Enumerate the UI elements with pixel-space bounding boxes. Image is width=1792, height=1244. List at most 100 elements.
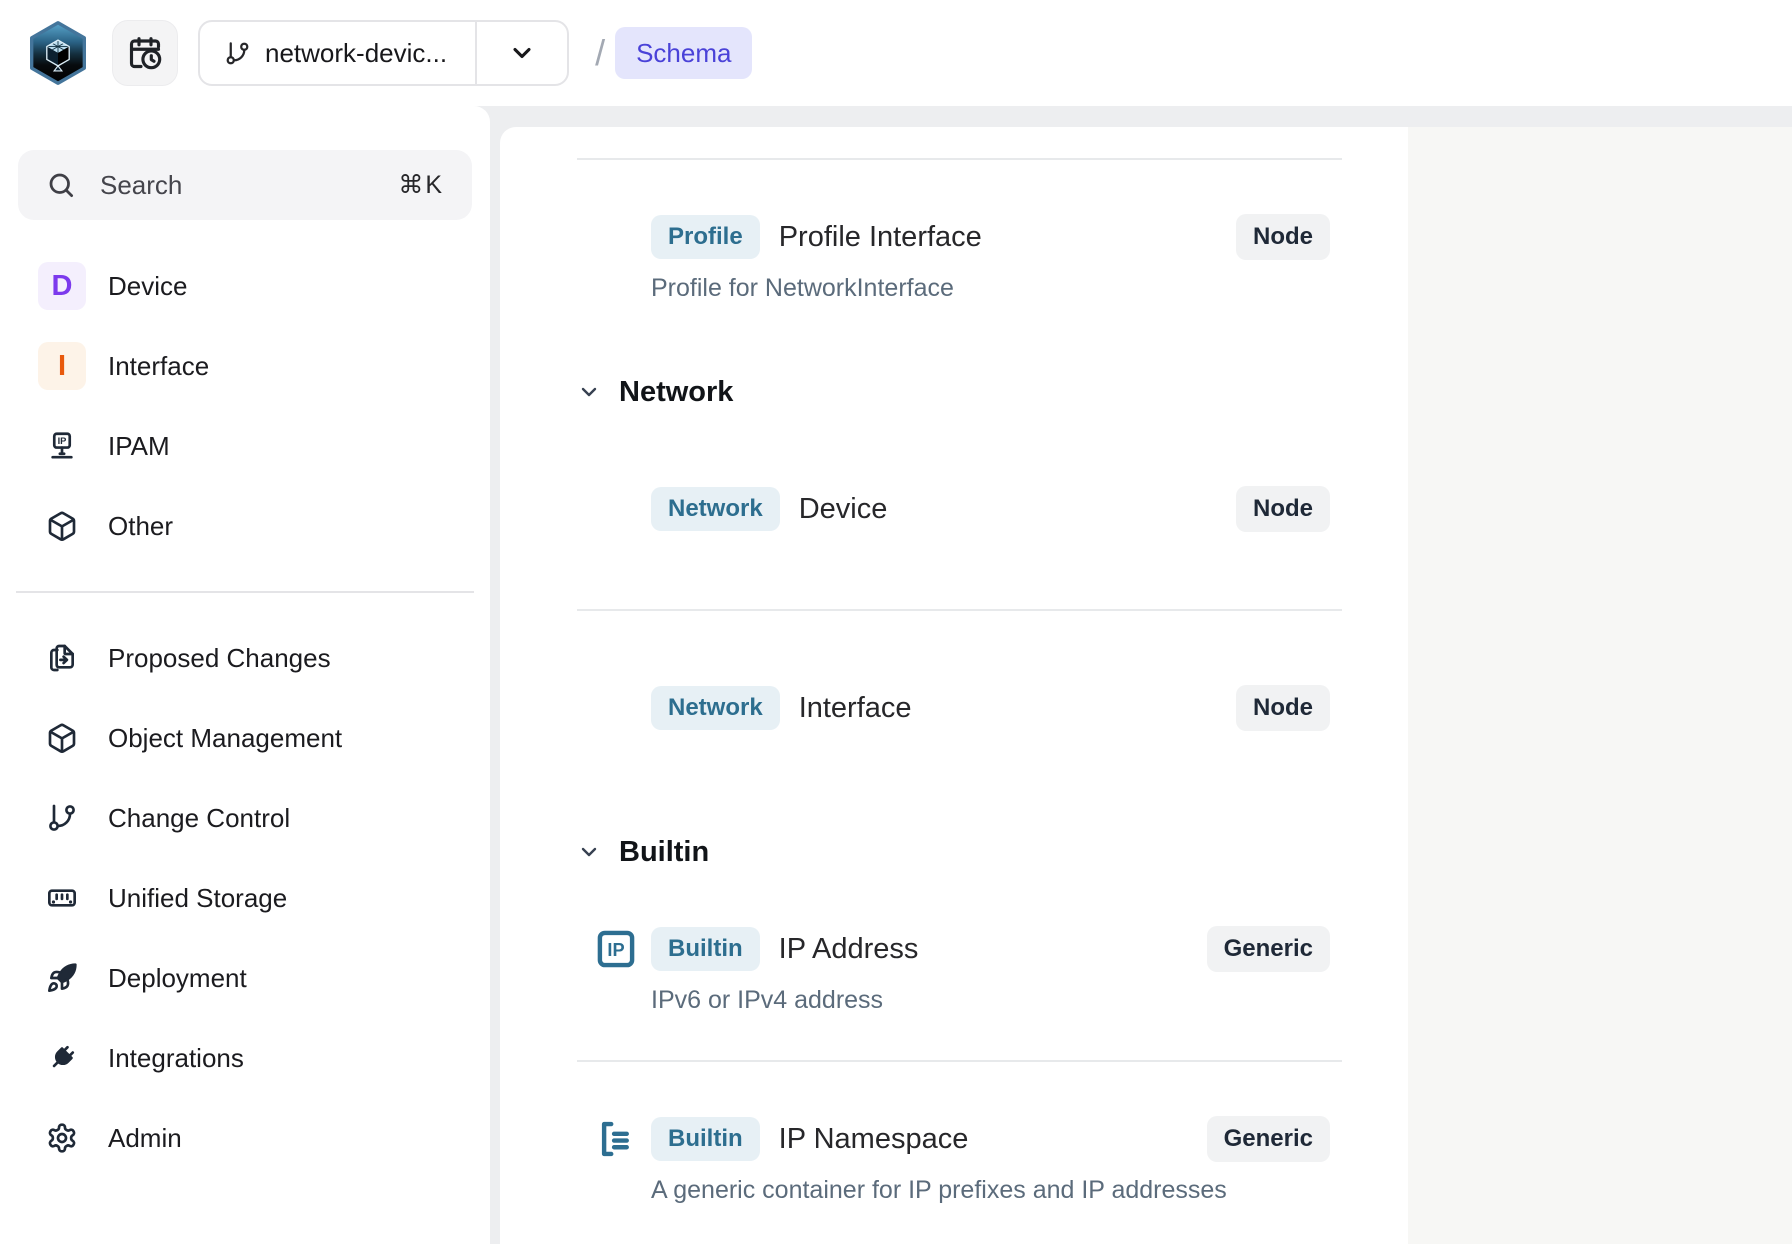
sidebar-item-label: Change Control [108,803,290,834]
branch-name: network-devic... [265,38,447,69]
schema-row-device[interactable]: NetworkDeviceNode [577,412,1342,609]
kind-badge: Node [1236,486,1330,532]
svg-text:IP: IP [58,436,67,446]
schema-row-main: Network Interface Node [651,683,1330,733]
gear-icon [46,1122,78,1154]
sidebar-item-object-management[interactable]: Object Management [0,698,490,778]
section-toggle-builtin[interactable]: Builtin [577,832,1342,872]
schema-row-description: Profile for NetworkInterface [651,272,1330,304]
branch-selector[interactable]: network-devic... [198,20,569,86]
sidebar-item-integrations[interactable]: Integrations [0,1018,490,1098]
infrahub-logo-icon [30,20,86,86]
schema-row-title: Profile Interface [779,221,982,254]
breadcrumb-separator: / [595,32,605,74]
sidebar-item-unified-storage[interactable]: Unified Storage [0,858,490,938]
namespace-badge: Network [651,686,780,730]
ip-namespace-icon [593,1116,639,1162]
sidebar-item-icon-slot [38,634,86,682]
rocket-icon [46,962,78,994]
schema-detail-pane [1408,127,1792,1244]
sidebar-item-icon-slot: D [38,262,86,310]
schema-row-description: IPv6 or IPv4 address [651,984,1330,1016]
sidebar-item-icon-slot [38,874,86,922]
sidebar-item-icon-slot [38,714,86,762]
sidebar-divider [16,591,474,593]
clipped-row-divider [577,127,1342,160]
ipam-icon: IP [46,430,78,462]
sidebar-item-device[interactable]: D Device [0,246,490,326]
schema-row-ip-namespace[interactable]: BuiltinIP NamespaceGenericA generic cont… [577,1062,1342,1244]
sidebar-item-interface[interactable]: I Interface [0,326,490,406]
sidebar-item-icon-slot [38,502,86,550]
git-branch-icon [224,40,251,67]
plug-icon [46,1042,78,1074]
sidebar: Search ⌘K D Device I Interface IP IPAM Othe… [0,106,490,1244]
timeline-button[interactable] [112,20,178,86]
chevron-down-small-icon [577,380,601,404]
sidebar-item-label: Unified Storage [108,883,287,914]
schema-row-interface[interactable]: Network Interface Node [577,611,1342,808]
sidebar-item-icon-slot: I [38,342,86,390]
schema-row-description: A generic container for IP prefixes and … [651,1174,1330,1206]
git-branch-icon [46,802,78,834]
sidebar-item-proposed-changes[interactable]: Proposed Changes [0,618,490,698]
storage-icon [46,882,78,914]
search-icon [46,170,76,200]
schema-row-ip-address[interactable]: IP Builtin IP Address Generic IPv6 or IPv4 … [577,872,1342,1060]
sidebar-item-other[interactable]: Other [0,486,490,566]
sidebar-item-ipam[interactable]: IP IPAM [0,406,490,486]
sidebar-item-icon-slot [38,954,86,1002]
sidebar-item-icon-slot [38,1114,86,1162]
sidebar-item-change-control[interactable]: Change Control [0,778,490,858]
letter-d-icon: D [38,262,86,310]
schema-row-profile-interface[interactable]: Profile Profile Interface Node Profile for … [577,160,1342,348]
sidebar-item-label: Interface [108,351,209,382]
app-header: network-devic... / Schema [0,0,1792,106]
ip-address-icon: IP [593,926,639,972]
cube-icon [46,510,78,542]
sidebar-primary-list: D Device I Interface IP IPAM Other [0,246,490,566]
schema-list-pane: Profile Profile Interface Node Profile for … [500,127,1408,1244]
chevron-down-icon [508,39,536,67]
sidebar-item-label: Deployment [108,963,247,994]
cube-icon [46,722,78,754]
sidebar-item-icon-slot: IP [38,422,86,470]
search-shortcut: ⌘K [398,170,444,200]
schema-row-title: Interface [799,692,912,725]
namespace-badge: Profile [651,215,760,259]
sidebar-item-label: Device [108,271,187,302]
main-content: Profile Profile Interface Node Profile for … [500,127,1792,1244]
section-toggle-network[interactable]: Network [577,372,1342,412]
sidebar-item-icon-slot [38,794,86,842]
schema-row-main: Profile Profile Interface Node [651,212,1330,262]
schema-row-title: IP Address [779,933,919,966]
branch-selector-caret[interactable] [477,22,567,84]
sidebar-item-label: Admin [108,1123,182,1154]
search-placeholder: Search [100,170,374,201]
section-title: Network [619,376,733,409]
sidebar-item-label: Other [108,511,173,542]
sidebar-item-label: Object Management [108,723,342,754]
calendar-clock-icon [127,35,163,71]
schema-list: Profile Profile Interface Node Profile for … [500,127,1408,1244]
breadcrumb-schema[interactable]: Schema [615,27,752,79]
sidebar-item-deployment[interactable]: Deployment [0,938,490,1018]
sidebar-item-admin[interactable]: Admin [0,1098,490,1178]
sidebar-item-label: Integrations [108,1043,244,1074]
kind-badge: Generic [1207,1116,1330,1162]
schema-row-main: NetworkDeviceNode [651,484,1330,534]
schema-row-title: Device [799,493,888,526]
namespace-badge: Builtin [651,1117,760,1161]
kind-badge: Node [1236,685,1330,731]
section-title: Builtin [619,836,709,869]
chevron-down-small-icon [577,840,601,864]
search-input[interactable]: Search ⌘K [18,150,472,220]
letter-i-icon: I [38,342,86,390]
kind-badge: Node [1236,214,1330,260]
kind-badge: Generic [1207,926,1330,972]
sidebar-secondary-list: Proposed Changes Object Management Chang… [0,618,490,1178]
svg-text:IP: IP [607,940,624,960]
schema-row-main: IP BuiltinIP AddressGeneric [651,924,1330,974]
proposed-changes-icon [46,642,78,674]
namespace-badge: Builtin [651,927,760,971]
